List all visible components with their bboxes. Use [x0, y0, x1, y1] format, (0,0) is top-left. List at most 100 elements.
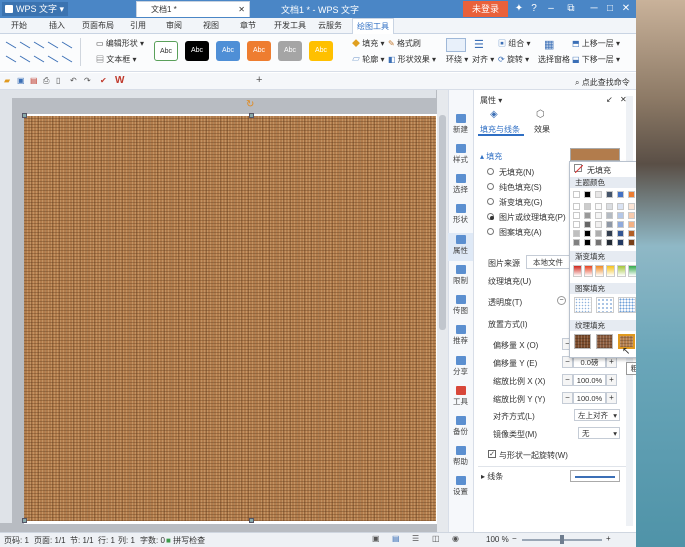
resize-handle-top-left[interactable]	[22, 113, 27, 118]
pattern-swatch-1[interactable]	[574, 297, 592, 313]
theme-color-swatch[interactable]	[617, 203, 624, 210]
theme-color-swatch[interactable]	[584, 191, 591, 198]
shape-style-6[interactable]: Abc	[309, 41, 333, 61]
fill-section-header[interactable]: ▴ 填充	[480, 151, 502, 162]
theme-color-swatch[interactable]	[606, 239, 613, 246]
scale-y-decrement[interactable]: −	[562, 392, 573, 404]
theme-color-swatch[interactable]	[573, 230, 580, 237]
sidebar-item-shapes[interactable]: 形状	[448, 202, 473, 230]
transparency-decrease-icon[interactable]: −	[557, 296, 566, 305]
theme-color-swatch[interactable]	[606, 221, 613, 228]
radio-no-fill[interactable]	[487, 168, 494, 175]
app-menu-button[interactable]: WPS 文字 ▾	[2, 2, 68, 16]
line-shapes-gallery[interactable]	[4, 38, 76, 68]
send-backward-button[interactable]: ⬓ 下移一层 ▾	[572, 54, 620, 65]
maximize-window-icon[interactable]: □	[604, 3, 616, 15]
tab-references[interactable]: 引用	[126, 18, 150, 34]
save-icon[interactable]: ▣	[17, 76, 25, 85]
wrap-icon[interactable]	[446, 38, 466, 52]
text-box-button[interactable]: ▤ 文本框 ▾	[96, 54, 136, 65]
tab-review[interactable]: 审阅	[162, 18, 186, 34]
close-tab-icon[interactable]: ✕	[238, 2, 245, 17]
resize-handle-top[interactable]	[249, 113, 254, 118]
sidebar-item-recommend[interactable]: 推荐	[448, 323, 473, 351]
outline-view-icon[interactable]: ☰	[412, 534, 419, 543]
sidebar-item-properties[interactable]: 属性	[448, 233, 473, 261]
theme-color-swatch[interactable]	[584, 239, 591, 246]
theme-color-swatch[interactable]	[595, 221, 602, 228]
zoom-out-icon[interactable]: −	[512, 534, 517, 543]
new-tab-icon[interactable]: +	[256, 74, 262, 86]
option-pattern-fill[interactable]: 图案填充(A)	[499, 227, 542, 238]
radio-solid-fill[interactable]	[487, 183, 494, 190]
shape-style-5[interactable]: Abc	[278, 41, 302, 61]
tab-start[interactable]: 开始	[6, 18, 32, 34]
radio-picture-texture-fill[interactable]	[487, 213, 494, 220]
restore-icon[interactable]: ⧉	[565, 3, 577, 15]
theme-color-swatch[interactable]	[628, 221, 635, 228]
theme-color-swatch[interactable]	[584, 230, 591, 237]
theme-color-swatch[interactable]	[606, 230, 613, 237]
bring-forward-button[interactable]: ⬒ 上移一层 ▾	[572, 38, 620, 49]
theme-color-swatch[interactable]	[617, 230, 624, 237]
align-button[interactable]: 对齐 ▾	[472, 54, 494, 65]
spell-check-toggle[interactable]: ■ 拼写检查	[166, 535, 205, 546]
gradient-swatch[interactable]	[606, 265, 615, 277]
line-style-dropdown[interactable]	[570, 470, 620, 482]
sidebar-item-upload-image[interactable]: 传图	[448, 293, 473, 321]
preview-icon[interactable]: ▯	[56, 76, 60, 85]
format-painter-button[interactable]: ✎ 格式刷	[388, 38, 421, 49]
theme-color-swatch[interactable]	[617, 239, 624, 246]
fill-button[interactable]: ◆ 填充 ▾	[352, 38, 384, 49]
tab-insert[interactable]: 插入	[44, 18, 70, 34]
sidebar-item-new[interactable]: 新建	[448, 112, 473, 140]
theme-color-swatch[interactable]	[573, 212, 580, 219]
tab-cloud[interactable]: 云服务	[316, 18, 344, 34]
option-no-fill[interactable]: 无填充(N)	[499, 167, 534, 178]
tab-effect[interactable]: 效果	[534, 124, 550, 135]
redo-icon[interactable]: ↷	[84, 76, 91, 85]
pattern-swatch-2[interactable]	[596, 297, 614, 313]
web-view-icon[interactable]: ◫	[432, 534, 440, 543]
textured-shape[interactable]	[24, 116, 436, 521]
theme-color-swatch[interactable]	[606, 212, 613, 219]
minimize-icon[interactable]: –	[545, 3, 557, 15]
close-window-icon[interactable]: ✕	[620, 3, 632, 15]
zoom-level[interactable]: 100 %	[486, 535, 509, 544]
shape-style-3[interactable]: Abc	[216, 41, 240, 61]
document-tab[interactable]: 文档1 * ✕	[136, 1, 250, 17]
option-solid-fill[interactable]: 纯色填充(S)	[499, 182, 542, 193]
radio-gradient-fill[interactable]	[487, 198, 494, 205]
open-icon[interactable]: ▰	[4, 76, 10, 85]
theme-color-swatch[interactable]	[628, 203, 635, 210]
shape-effect-button[interactable]: ◧ 形状效果 ▾	[388, 54, 436, 65]
gradient-swatch[interactable]	[617, 265, 626, 277]
theme-color-swatch[interactable]	[628, 191, 635, 198]
theme-color-swatch[interactable]	[584, 221, 591, 228]
edit-shape-button[interactable]: ▭ 编辑形状 ▾	[96, 38, 144, 49]
texture-swatch[interactable]	[596, 334, 613, 349]
tab-drawing-tools[interactable]: 绘图工具	[352, 18, 394, 34]
shape-style-4[interactable]: Abc	[247, 41, 271, 61]
theme-color-swatch[interactable]	[617, 221, 624, 228]
read-mode-icon[interactable]: ▣	[372, 534, 380, 543]
tab-chapter[interactable]: 章节	[236, 18, 260, 34]
scale-y-increment[interactable]: +	[606, 392, 617, 404]
gallery-scroll[interactable]	[80, 38, 88, 66]
login-button[interactable]: 未登录	[463, 1, 508, 17]
scale-x-decrement[interactable]: −	[562, 374, 573, 386]
theme-color-swatch[interactable]	[628, 239, 635, 246]
gradient-swatch[interactable]	[584, 265, 593, 277]
sidebar-item-select[interactable]: 选择	[448, 172, 473, 200]
scale-x-increment[interactable]: +	[606, 374, 617, 386]
theme-color-swatch[interactable]	[595, 212, 602, 219]
option-picture-texture-fill[interactable]: 图片或纹理填充(P)	[499, 212, 566, 223]
shape-style-1[interactable]: Abc	[154, 41, 178, 61]
line-section-header[interactable]: ▸ 线条	[481, 471, 503, 482]
rotate-button[interactable]: ⟳ 旋转 ▾	[498, 54, 529, 65]
shape-style-2[interactable]: Abc	[185, 41, 209, 61]
radio-pattern-fill[interactable]	[487, 228, 494, 235]
theme-color-swatch[interactable]	[573, 191, 580, 198]
sidebar-item-help[interactable]: 帮助	[448, 444, 473, 472]
sidebar-item-tools[interactable]: 工具	[448, 384, 473, 412]
